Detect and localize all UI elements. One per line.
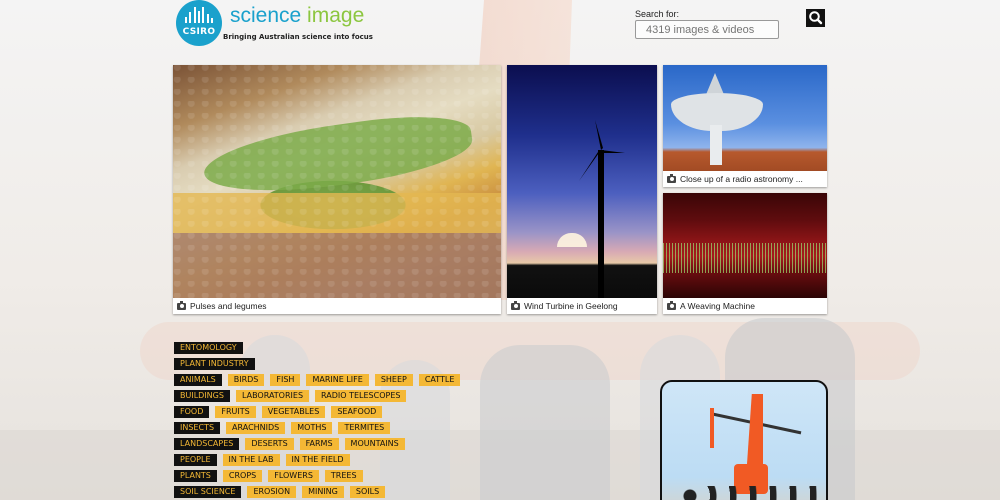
- tag-row: PEOPLE IN THE LAB IN THE FIELD: [174, 454, 460, 466]
- category-tag[interactable]: FOOD: [174, 406, 210, 418]
- logo-text: CSIRO: [182, 27, 216, 37]
- tile-caption[interactable]: Wind Turbine in Geelong: [507, 298, 657, 314]
- search-button[interactable]: [806, 9, 825, 27]
- tag-row: PLANT INDUSTRY: [174, 358, 460, 370]
- subcategory-tag[interactable]: FISH: [270, 374, 301, 386]
- subcategory-tag[interactable]: FLOWERS: [268, 470, 319, 482]
- camera-icon: [511, 301, 520, 310]
- camera-icon: [177, 301, 186, 310]
- category-tag[interactable]: SOIL SCIENCE: [174, 486, 242, 498]
- subcategory-tag[interactable]: FARMS: [299, 438, 339, 450]
- category-tag[interactable]: PEOPLE: [174, 454, 217, 466]
- tile-photo: [507, 65, 657, 298]
- tag-row: INSECTS ARACHNIDS MOTHS TERMITES: [174, 422, 460, 434]
- category-tags: ENTOMOLOGY PLANT INDUSTRY ANIMALS BIRDS FISH…: [174, 342, 461, 500]
- background-person: [480, 345, 610, 500]
- subcategory-tag[interactable]: SEAFOOD: [331, 406, 383, 418]
- subcategory-tag[interactable]: FRUITS: [215, 406, 256, 418]
- tile-caption[interactable]: Close up of a radio astronomy ...: [663, 171, 827, 187]
- tagline: Bringing Australian science into focus: [223, 33, 373, 41]
- subcategory-tag[interactable]: ARACHNIDS: [226, 422, 286, 434]
- site-title[interactable]: science image: [230, 4, 364, 28]
- image-tile-radio-telescope[interactable]: Close up of a radio astronomy ...: [663, 65, 827, 187]
- tile-caption-text: A Weaving Machine: [680, 301, 755, 311]
- tile-photo: [173, 65, 501, 298]
- image-tile-weaving-machine[interactable]: A Weaving Machine: [663, 193, 827, 314]
- category-tag[interactable]: BUILDINGS: [174, 390, 230, 402]
- wind-turbine-silhouette: [579, 120, 625, 298]
- site-title-science: science: [230, 4, 302, 27]
- featured-image-saildrone[interactable]: [660, 380, 828, 500]
- site-title-image: image: [307, 4, 365, 27]
- subcategory-tag[interactable]: TERMITES: [338, 422, 391, 434]
- tile-caption-text: Pulses and legumes: [190, 301, 267, 311]
- subcategory-tag[interactable]: MARINE LIFE: [306, 374, 369, 386]
- tag-row: ENTOMOLOGY: [174, 342, 460, 354]
- subcategory-tag[interactable]: VEGETABLES: [261, 406, 326, 418]
- subcategory-tag[interactable]: RADIO TELESCOPES: [315, 390, 407, 402]
- subcategory-tag[interactable]: SOILS: [349, 486, 386, 498]
- subcategory-tag[interactable]: MINING: [302, 486, 344, 498]
- tag-row: BUILDINGS LABORATORIES RADIO TELESCOPES: [174, 390, 460, 402]
- tile-caption-text: Close up of a radio astronomy ...: [680, 174, 803, 184]
- category-tag[interactable]: ENTOMOLOGY: [174, 342, 243, 354]
- subcategory-tag[interactable]: TREES: [324, 470, 363, 482]
- category-tag[interactable]: LANDSCAPES: [174, 438, 240, 450]
- tile-caption[interactable]: Pulses and legumes: [173, 298, 501, 314]
- subcategory-tag[interactable]: CATTLE: [418, 374, 461, 386]
- image-tile-pulses[interactable]: Pulses and legumes: [173, 65, 501, 314]
- category-tag[interactable]: ANIMALS: [174, 374, 222, 386]
- subcategory-tag[interactable]: EROSION: [247, 486, 297, 498]
- tile-caption[interactable]: A Weaving Machine: [663, 298, 827, 314]
- tile-photo: [663, 65, 827, 171]
- subcategory-tag[interactable]: CROPS: [222, 470, 263, 482]
- tag-row: ANIMALS BIRDS FISH MARINE LIFE SHEEP CATTLE: [174, 374, 461, 386]
- search-label: Search for:: [635, 9, 680, 19]
- subcategory-tag[interactable]: DESERTS: [245, 438, 294, 450]
- image-tile-wind-turbine[interactable]: Wind Turbine in Geelong: [507, 65, 657, 314]
- tag-row: SOIL SCIENCE EROSION MINING SOILS: [174, 486, 460, 498]
- subcategory-tag[interactable]: BIRDS: [227, 374, 265, 386]
- tile-photo: [663, 193, 827, 298]
- category-tag[interactable]: INSECTS: [174, 422, 221, 434]
- subcategory-tag[interactable]: MOTHS: [291, 422, 333, 434]
- camera-icon: [667, 301, 676, 310]
- tag-row: LANDSCAPES DESERTS FARMS MOUNTAINS: [174, 438, 460, 450]
- search-icon: [809, 11, 823, 25]
- subcategory-tag[interactable]: MOUNTAINS: [344, 438, 405, 450]
- category-tag[interactable]: PLANT INDUSTRY: [174, 358, 255, 370]
- search-input[interactable]: [635, 20, 779, 39]
- camera-icon: [667, 174, 676, 183]
- tag-row: PLANTS CROPS FLOWERS TREES: [174, 470, 460, 482]
- subcategory-tag[interactable]: SHEEP: [374, 374, 413, 386]
- subcategory-tag[interactable]: LABORATORIES: [235, 390, 310, 402]
- tag-row: FOOD FRUITS VEGETABLES SEAFOOD: [174, 406, 460, 418]
- category-tag[interactable]: PLANTS: [174, 470, 217, 482]
- subcategory-tag[interactable]: IN THE FIELD: [285, 454, 350, 466]
- subcategory-tag[interactable]: IN THE LAB: [222, 454, 280, 466]
- tile-caption-text: Wind Turbine in Geelong: [524, 301, 618, 311]
- logo-waves-icon: [185, 7, 213, 23]
- csiro-logo[interactable]: CSIRO: [176, 0, 222, 46]
